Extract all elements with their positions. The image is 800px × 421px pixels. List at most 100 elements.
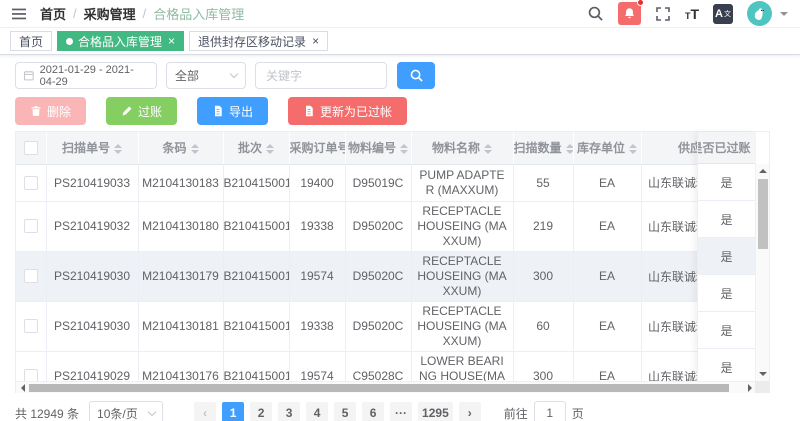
vertical-scrollbar[interactable] bbox=[755, 164, 769, 381]
pager-ellipsis[interactable]: ··· bbox=[390, 402, 412, 421]
table-row[interactable]: PS210419032 M2104130180 B210415001 19338… bbox=[16, 201, 756, 251]
view-tab[interactable]: 退供封存区移动记录 × bbox=[189, 31, 328, 51]
cell-po-no: 19574 bbox=[300, 269, 333, 283]
trash-icon bbox=[30, 105, 42, 117]
post-button[interactable]: 过账 bbox=[106, 97, 177, 125]
cell-qty: 219 bbox=[533, 219, 553, 233]
select-all-checkbox[interactable] bbox=[24, 141, 38, 155]
table-row[interactable]: PS210419033 M2104130183 B210415001 19400… bbox=[16, 164, 756, 201]
scroll-left-arrow[interactable] bbox=[16, 382, 28, 394]
pagination-bar: 共 12949 条 10条/页 ‹ 123456···1295 › 前往 页 bbox=[15, 401, 785, 421]
cell-scan-no: PS210419033 bbox=[54, 176, 130, 190]
font-size-icon[interactable]: TT bbox=[685, 6, 699, 22]
row-checkbox[interactable] bbox=[24, 319, 38, 333]
column-qty[interactable]: 扫描数量 bbox=[513, 132, 573, 164]
page-button[interactable]: 3 bbox=[278, 402, 300, 421]
scrollbar-corner bbox=[755, 381, 769, 393]
sort-icon[interactable] bbox=[566, 144, 573, 154]
cell-material-name: PUMP ADAPTER (MAXXUM) bbox=[419, 168, 504, 197]
horizontal-scrollbar[interactable] bbox=[16, 381, 756, 393]
export-button[interactable]: 导出 bbox=[197, 97, 268, 125]
row-checkbox[interactable] bbox=[24, 176, 38, 190]
search-icon[interactable] bbox=[587, 5, 604, 22]
cell-batch: B210415001 bbox=[224, 269, 290, 283]
notification-bell-icon[interactable] bbox=[618, 2, 641, 25]
tab-close-icon[interactable]: × bbox=[312, 35, 319, 47]
calendar-icon bbox=[23, 69, 35, 82]
page-button[interactable]: 5 bbox=[334, 402, 356, 421]
cell-material-no: C95028C bbox=[353, 369, 404, 381]
cell-batch: B210415001 bbox=[224, 369, 290, 381]
table-row[interactable]: PS210419030 M2104130179 B210415001 19574… bbox=[16, 251, 756, 301]
row-checkbox[interactable] bbox=[24, 269, 38, 283]
action-toolbar: 删除 过账 导出 更新为已过帐 bbox=[15, 97, 785, 125]
sort-icon[interactable] bbox=[484, 144, 492, 154]
fullscreen-icon[interactable] bbox=[655, 6, 671, 22]
column-po-no[interactable]: 采购订单号 bbox=[289, 132, 345, 164]
date-range-value: 2021-01-29 - 2021-04-29 bbox=[40, 64, 149, 88]
goto-page: 前往 页 bbox=[504, 401, 584, 421]
user-avatar[interactable] bbox=[747, 1, 772, 26]
column-unit[interactable]: 库存单位 bbox=[573, 132, 641, 164]
cell-qty: 300 bbox=[533, 269, 553, 283]
breadcrumb-home[interactable]: 首页 bbox=[40, 4, 66, 23]
row-checkbox[interactable] bbox=[24, 369, 38, 381]
scroll-up-arrow[interactable] bbox=[756, 164, 770, 177]
row-checkbox[interactable] bbox=[24, 219, 38, 233]
sort-icon[interactable] bbox=[191, 144, 199, 154]
page-button[interactable]: 4 bbox=[306, 402, 328, 421]
cell-posted: 是 bbox=[698, 349, 755, 381]
sort-icon[interactable] bbox=[400, 144, 408, 154]
cell-scan-no: PS210419030 bbox=[54, 269, 130, 283]
page-button[interactable]: 1295 bbox=[418, 402, 453, 421]
pager: ‹ 123456 ··· 1295 › bbox=[191, 402, 484, 421]
fixed-posted-column: 是否已过账 是是是是是是 bbox=[697, 132, 755, 381]
tab-label: 退供封存区移动记录 bbox=[198, 33, 306, 50]
column-material-name[interactable]: 物料名称 bbox=[411, 132, 513, 164]
table-row[interactable]: PS210419029 M2104130176 B210415001 19574… bbox=[16, 351, 756, 381]
notification-dot bbox=[637, 0, 644, 6]
next-page-button[interactable]: › bbox=[459, 402, 481, 421]
view-tab[interactable]: 首页 bbox=[10, 31, 52, 51]
cell-unit: EA bbox=[599, 369, 615, 381]
column-material-no[interactable]: 物料编号 bbox=[345, 132, 411, 164]
view-tab[interactable]: 合格品入库管理 × bbox=[57, 31, 184, 51]
keyword-input[interactable] bbox=[255, 62, 387, 89]
page-button[interactable]: 1 bbox=[222, 402, 244, 421]
column-barcode[interactable]: 条码 bbox=[138, 132, 223, 164]
document-icon bbox=[212, 105, 224, 117]
goto-page-input[interactable] bbox=[534, 401, 566, 421]
search-icon bbox=[409, 68, 424, 83]
sort-icon[interactable] bbox=[629, 144, 637, 154]
vertical-scroll-thumb[interactable] bbox=[758, 179, 768, 249]
breadcrumb-current: 合格品入库管理 bbox=[153, 4, 244, 23]
category-select[interactable]: 全部 bbox=[166, 62, 246, 89]
search-button[interactable] bbox=[397, 62, 435, 89]
page-button[interactable]: 2 bbox=[250, 402, 272, 421]
sort-icon[interactable] bbox=[114, 144, 122, 154]
column-posted[interactable]: 是否已过账 bbox=[698, 132, 755, 164]
cell-posted: 是 bbox=[698, 312, 755, 349]
tab-close-icon[interactable]: × bbox=[168, 35, 175, 47]
table-row[interactable]: PS210419030 M2104130181 B210415001 19338… bbox=[16, 301, 756, 351]
column-batch[interactable]: 批次 bbox=[223, 132, 289, 164]
update-posted-button[interactable]: 更新为已过帐 bbox=[288, 97, 407, 125]
page-button[interactable]: 6 bbox=[362, 402, 384, 421]
cell-scan-no: PS210419029 bbox=[54, 369, 130, 381]
page-size-select[interactable]: 10条/页 bbox=[89, 401, 163, 421]
cell-posted: 是 bbox=[698, 275, 755, 312]
date-range-picker[interactable]: 2021-01-29 - 2021-04-29 bbox=[15, 62, 157, 89]
cell-po-no: 19338 bbox=[300, 219, 333, 233]
cell-unit: EA bbox=[599, 219, 615, 233]
prev-page-button[interactable]: ‹ bbox=[194, 402, 216, 421]
language-switch-icon[interactable]: A文 bbox=[713, 4, 733, 24]
horizontal-scroll-thumb[interactable] bbox=[29, 384, 729, 392]
breadcrumb-purchase[interactable]: 采购管理 bbox=[84, 4, 136, 23]
sort-icon[interactable] bbox=[266, 144, 274, 154]
delete-button[interactable]: 删除 bbox=[15, 97, 86, 125]
scroll-down-arrow[interactable] bbox=[756, 368, 770, 381]
avatar-dropdown-caret[interactable] bbox=[780, 12, 788, 20]
column-scan-no[interactable]: 扫描单号 bbox=[46, 132, 138, 164]
cell-scan-no: PS210419032 bbox=[54, 219, 130, 233]
hamburger-menu-icon[interactable] bbox=[12, 6, 28, 22]
